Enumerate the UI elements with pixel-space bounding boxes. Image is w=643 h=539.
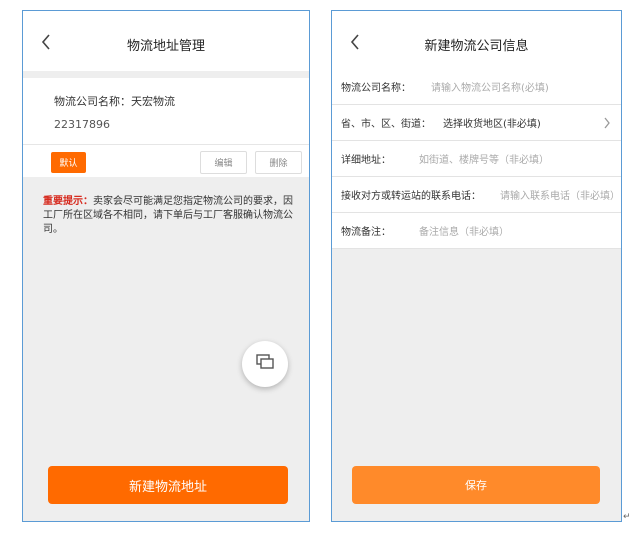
window-switch-icon [256,354,274,374]
address-input[interactable]: 如街道、楼牌号等（非必填） [419,151,549,166]
company-name-input[interactable]: 请输入物流公司名称(必填) [431,79,549,94]
company-name-text: 物流公司名称：天宏物流 [54,95,175,108]
new-company-screen: 新建物流公司信息 物流公司名称： 请输入物流公司名称(必填) 省、市、区、街道：… [331,10,622,522]
note-input[interactable]: 备注信息（非必填） [419,223,509,238]
address-field[interactable]: 详细地址： 如街道、楼牌号等（非必填） [332,141,621,177]
field-label: 物流公司名称： [341,83,411,94]
delete-button[interactable]: 删除 [255,151,302,174]
nav-bar: 物流地址管理 [23,11,309,71]
return-mark: ↵ [623,512,631,522]
floating-window-button[interactable] [242,341,288,387]
chevron-right-icon [603,117,611,129]
contact-phone-input[interactable]: 请输入联系电话（非必填） [500,187,620,202]
default-badge-button[interactable]: 默认 [51,152,86,173]
note-field[interactable]: 物流备注： 备注信息（非必填） [332,213,621,249]
field-label: 省、市、区、街道： [341,119,431,130]
region-field[interactable]: 省、市、区、街道： 选择收货地区(非必填) [332,105,621,141]
page-title: 物流地址管理 [126,39,205,54]
company-phone-text: 22317896 [54,118,110,131]
save-button[interactable]: 保存 [352,466,600,504]
field-label: 接收对方或转运站的联系电话： [341,191,481,202]
nav-bar: 新建物流公司信息 [332,11,621,71]
region-select[interactable]: 选择收货地区(非必填) [443,115,541,130]
field-label: 详细地址： [341,155,391,166]
card-actions: 默认 编辑 删除 [23,144,309,177]
contact-phone-field[interactable]: 接收对方或转运站的联系电话： 请输入联系电话（非必填） [332,177,621,213]
page-title: 新建物流公司信息 [424,39,529,54]
address-management-screen: 物流地址管理 物流公司名称：天宏物流 22317896 默认 编辑 删除 重要提… [22,10,310,522]
field-label: 物流备注： [341,227,391,238]
notice-label: 重要提示： [43,196,93,207]
logistics-address-card: 物流公司名称：天宏物流 22317896 [23,78,309,144]
important-notice: 重要提示：卖家会尽可能满足您指定物流公司的要求，因工厂所在区域各不相同，请下单后… [43,195,293,237]
edit-button[interactable]: 编辑 [200,151,247,174]
company-form: 物流公司名称： 请输入物流公司名称(必填) 省、市、区、街道： 选择收货地区(非… [332,69,621,249]
company-name-field[interactable]: 物流公司名称： 请输入物流公司名称(必填) [332,69,621,105]
new-address-button[interactable]: 新建物流地址 [48,466,288,504]
